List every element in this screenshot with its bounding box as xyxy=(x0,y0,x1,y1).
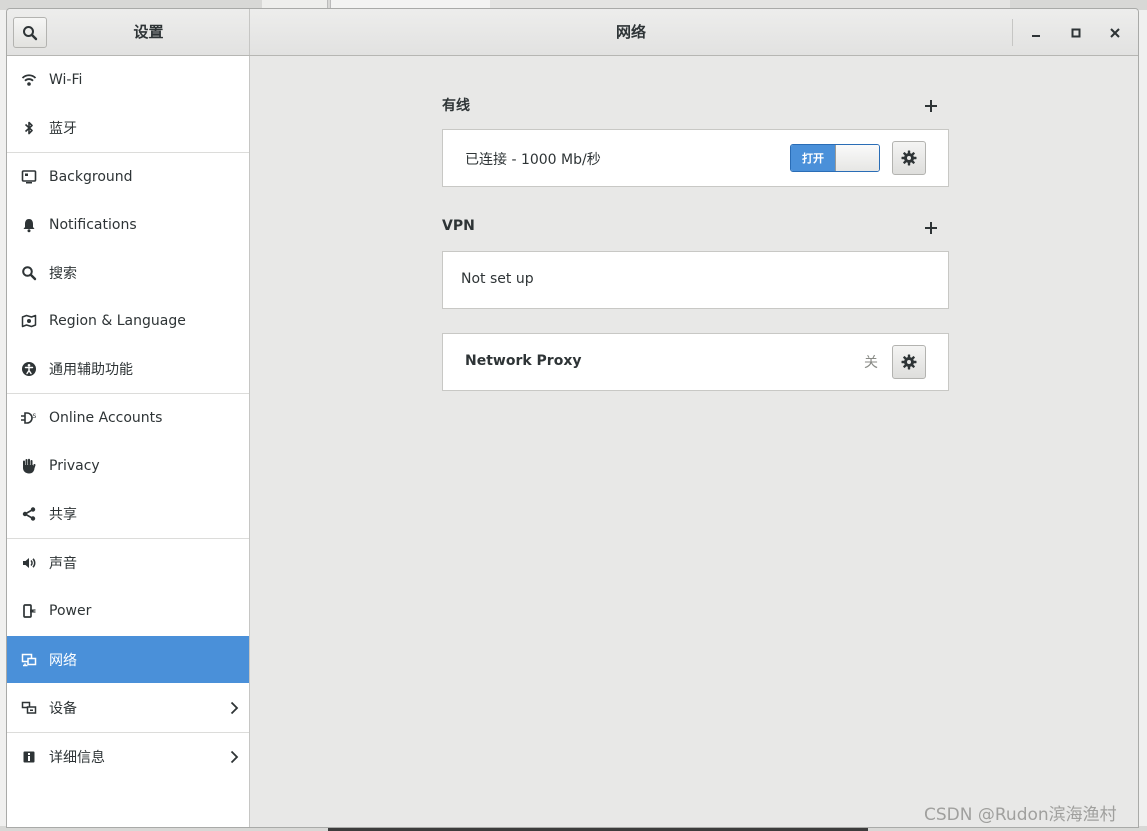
minimize-icon xyxy=(1032,35,1040,37)
watermark-text: CSDN @Rudon滨海渔村 xyxy=(924,805,1117,825)
plus-icon xyxy=(925,100,937,112)
sidebar-item-notifications[interactable]: Notifications xyxy=(7,201,249,248)
search-icon xyxy=(7,265,49,281)
sidebar-item-label: Wi-Fi xyxy=(49,71,83,88)
vpn-section-title: VPN xyxy=(442,218,475,234)
sidebar-item-label: 网络 xyxy=(49,652,77,669)
maximize-icon xyxy=(1071,28,1081,38)
sidebar-item-sharing[interactable]: 共享 xyxy=(7,490,249,537)
network-proxy-card[interactable]: Network Proxy 关 xyxy=(442,333,949,391)
toggle-on-label: 打开 xyxy=(791,145,835,171)
bluetooth-icon xyxy=(7,120,49,136)
sidebar-item-search[interactable]: 搜索 xyxy=(7,249,249,296)
info-icon xyxy=(7,749,49,765)
sidebar-item-background[interactable]: Background xyxy=(7,153,249,200)
sidebar-item-label: Region & Language xyxy=(49,312,186,329)
vpn-card: Not set up xyxy=(442,251,949,309)
sidebar-item-privacy[interactable]: Privacy xyxy=(7,442,249,489)
search-icon xyxy=(23,25,38,40)
sidebar: Wi-Fi 蓝牙 Background Notifications 搜索 Reg… xyxy=(7,56,250,827)
power-plug-icon xyxy=(7,603,49,619)
speaker-icon xyxy=(7,555,49,571)
header-bar: 设置 网络 xyxy=(7,9,1138,56)
proxy-settings-button[interactable] xyxy=(892,345,926,379)
minimize-button[interactable] xyxy=(1024,21,1048,45)
wired-status: 已连接 - 1000 Mb/秒 xyxy=(465,152,601,168)
sidebar-item-bluetooth[interactable]: 蓝牙 xyxy=(7,104,249,151)
network-icon xyxy=(7,652,49,668)
wifi-icon xyxy=(7,72,49,88)
chevron-right-icon xyxy=(219,701,249,715)
sidebar-item-label: 搜索 xyxy=(49,265,77,282)
close-button[interactable] xyxy=(1103,21,1127,45)
plus-icon xyxy=(925,222,937,234)
devices-icon xyxy=(7,700,49,716)
panel-title: 网络 xyxy=(615,23,646,41)
bell-icon xyxy=(7,217,49,233)
chevron-right-icon xyxy=(219,750,249,764)
network-proxy-state: 关 xyxy=(864,355,878,371)
sidebar-item-accessibility[interactable]: 通用辅助功能 xyxy=(7,345,249,392)
share-icon xyxy=(7,506,49,522)
sidebar-item-label: Privacy xyxy=(49,457,100,474)
sidebar-item-label: 声音 xyxy=(49,555,77,572)
network-proxy-label: Network Proxy xyxy=(465,353,582,369)
sidebar-item-label: Power xyxy=(49,602,92,619)
sidebar-item-online-accounts[interactable]: S Online Accounts xyxy=(7,394,249,441)
sidebar-item-wifi[interactable]: Wi-Fi xyxy=(7,56,249,103)
sidebar-item-devices[interactable]: 设备 xyxy=(7,684,249,731)
close-icon xyxy=(1110,28,1120,38)
sidebar-header: 设置 xyxy=(7,9,250,55)
background-icon xyxy=(7,169,49,185)
sidebar-item-label: 通用辅助功能 xyxy=(49,361,133,378)
wired-connection-card: 已连接 - 1000 Mb/秒 打开 xyxy=(442,129,949,187)
sidebar-item-label: Background xyxy=(49,168,133,185)
online-accounts-icon: S xyxy=(7,410,49,426)
toggle-knob xyxy=(835,145,879,171)
network-panel: 有线 已连接 - 1000 Mb/秒 打开 VPN Not set up Net… xyxy=(251,56,1138,827)
sidebar-item-label: Online Accounts xyxy=(49,409,163,426)
wired-settings-button[interactable] xyxy=(892,141,926,175)
wired-toggle-switch[interactable]: 打开 xyxy=(790,144,880,172)
sidebar-item-label: 蓝牙 xyxy=(49,120,77,137)
sidebar-title: 设置 xyxy=(133,23,164,41)
sidebar-item-network[interactable]: 网络 xyxy=(7,636,249,683)
vpn-empty-label: Not set up xyxy=(461,271,534,287)
hand-icon xyxy=(7,458,49,474)
sidebar-item-label: 详细信息 xyxy=(49,749,105,766)
add-wired-button[interactable] xyxy=(923,98,939,114)
sidebar-item-details[interactable]: 详细信息 xyxy=(7,733,249,780)
sidebar-item-sound[interactable]: 声音 xyxy=(7,539,249,586)
sidebar-item-power[interactable]: Power xyxy=(7,587,249,634)
accessibility-icon xyxy=(7,361,49,377)
svg-text:S: S xyxy=(33,413,37,420)
maximize-button[interactable] xyxy=(1064,21,1088,45)
gear-icon xyxy=(901,354,917,370)
gear-icon xyxy=(901,150,917,166)
sidebar-item-region-language[interactable]: Region & Language xyxy=(7,297,249,344)
sidebar-item-label: 设备 xyxy=(49,700,77,717)
settings-window: 设置 网络 Wi-Fi 蓝牙 Background Notifications … xyxy=(6,8,1139,828)
header-separator xyxy=(1012,19,1013,46)
sidebar-item-label: 共享 xyxy=(49,506,77,523)
wired-section-title: 有线 xyxy=(442,98,470,114)
sidebar-item-label: Notifications xyxy=(49,216,137,233)
region-icon xyxy=(7,313,49,329)
search-button[interactable] xyxy=(13,17,47,48)
add-vpn-button[interactable] xyxy=(923,220,939,236)
